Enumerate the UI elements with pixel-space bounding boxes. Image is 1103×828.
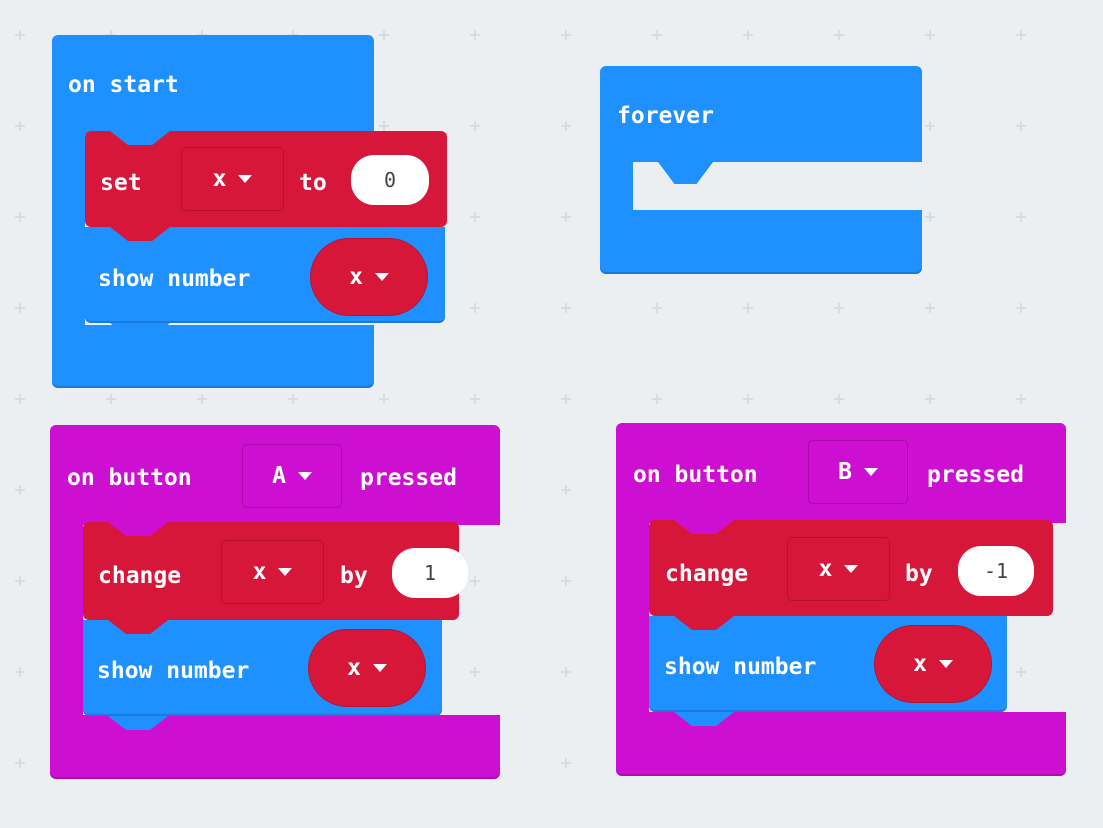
grid-cross [288,394,298,404]
show-number-label: show number [97,658,250,684]
by-label: by [905,561,933,587]
blocks-workspace[interactable]: on start set x to 0 show number x foreve… [0,0,1103,828]
variable-name: x [349,264,363,290]
variable-dropdown[interactable]: x [181,147,284,211]
change-label: change [98,563,182,589]
to-label: to [299,170,327,196]
grid-cross [1016,30,1026,40]
grid-cross [561,30,571,40]
variable-name: x [212,166,227,192]
grid-cross [15,303,25,313]
grid-cross [561,303,571,313]
dropdown-arrow-icon [938,660,953,668]
grid-cross [470,576,480,586]
dropdown-arrow-icon [238,175,253,183]
grid-cross [1016,394,1026,404]
grid-cross [1016,303,1026,313]
on-start-label: on start [68,72,179,98]
on-button-label: on button [67,465,192,491]
grid-cross [561,394,571,404]
grid-cross [743,303,753,313]
button-name: A [272,463,286,489]
grid-cross [379,30,389,40]
variable-reporter[interactable]: x [874,625,992,703]
grid-cross [561,576,571,586]
grid-cross [561,758,571,768]
variable-reporter[interactable]: x [308,629,426,707]
dropdown-arrow-icon [372,664,387,672]
grid-cross [925,394,935,404]
grid-cross [925,212,935,222]
grid-cross [743,394,753,404]
button-dropdown[interactable]: B [808,440,908,504]
grid-cross [652,394,662,404]
show-number-label: show number [664,654,817,680]
grid-cross [106,394,116,404]
grid-cross [561,121,571,131]
pressed-label: pressed [927,462,1024,488]
variable-name: x [913,651,927,677]
variable-name: x [347,655,361,681]
grid-cross [925,121,935,131]
variable-dropdown[interactable]: x [787,537,890,601]
show-number-label: show number [98,266,251,292]
dropdown-arrow-icon [844,565,859,573]
grid-cross [470,212,480,222]
grid-cross [561,212,571,222]
grid-cross [470,30,480,40]
grid-cross [15,758,25,768]
grid-cross [15,485,25,495]
forever-label: forever [617,103,714,129]
button-name: B [838,459,852,485]
grid-cross [561,485,571,495]
grid-cross [470,303,480,313]
dropdown-arrow-icon [278,568,293,576]
grid-cross [15,667,25,677]
grid-cross [1016,121,1026,131]
grid-cross [834,30,844,40]
variable-name: x [818,556,833,582]
grid-cross [197,394,207,404]
grid-cross [925,303,935,313]
grid-cross [470,394,480,404]
dropdown-arrow-icon [374,273,389,281]
grid-cross [15,30,25,40]
by-label: by [340,563,368,589]
number-input[interactable]: -1 [958,546,1034,596]
grid-cross [470,667,480,677]
on-button-label: on button [633,462,758,488]
set-label: set [100,170,142,196]
grid-cross [834,394,844,404]
grid-cross [15,121,25,131]
grid-cross [379,121,389,131]
change-label: change [665,561,749,587]
grid-cross [15,576,25,586]
grid-cross [1016,212,1026,222]
dropdown-arrow-icon [863,468,878,476]
grid-cross [652,303,662,313]
pressed-label: pressed [360,465,457,491]
grid-cross [561,667,571,677]
grid-cross [379,394,389,404]
variable-dropdown[interactable]: x [221,540,324,604]
grid-cross [15,394,25,404]
grid-cross [834,303,844,313]
grid-cross [470,121,480,131]
grid-cross [652,30,662,40]
grid-cross [15,212,25,222]
grid-cross [743,30,753,40]
grid-cross [925,30,935,40]
variable-name: x [252,559,267,585]
number-input[interactable]: 1 [392,548,468,598]
dropdown-arrow-icon [297,472,312,480]
variable-reporter[interactable]: x [310,238,428,316]
number-input[interactable]: 0 [351,155,429,205]
grid-cross [1016,667,1026,677]
button-dropdown[interactable]: A [242,444,342,508]
